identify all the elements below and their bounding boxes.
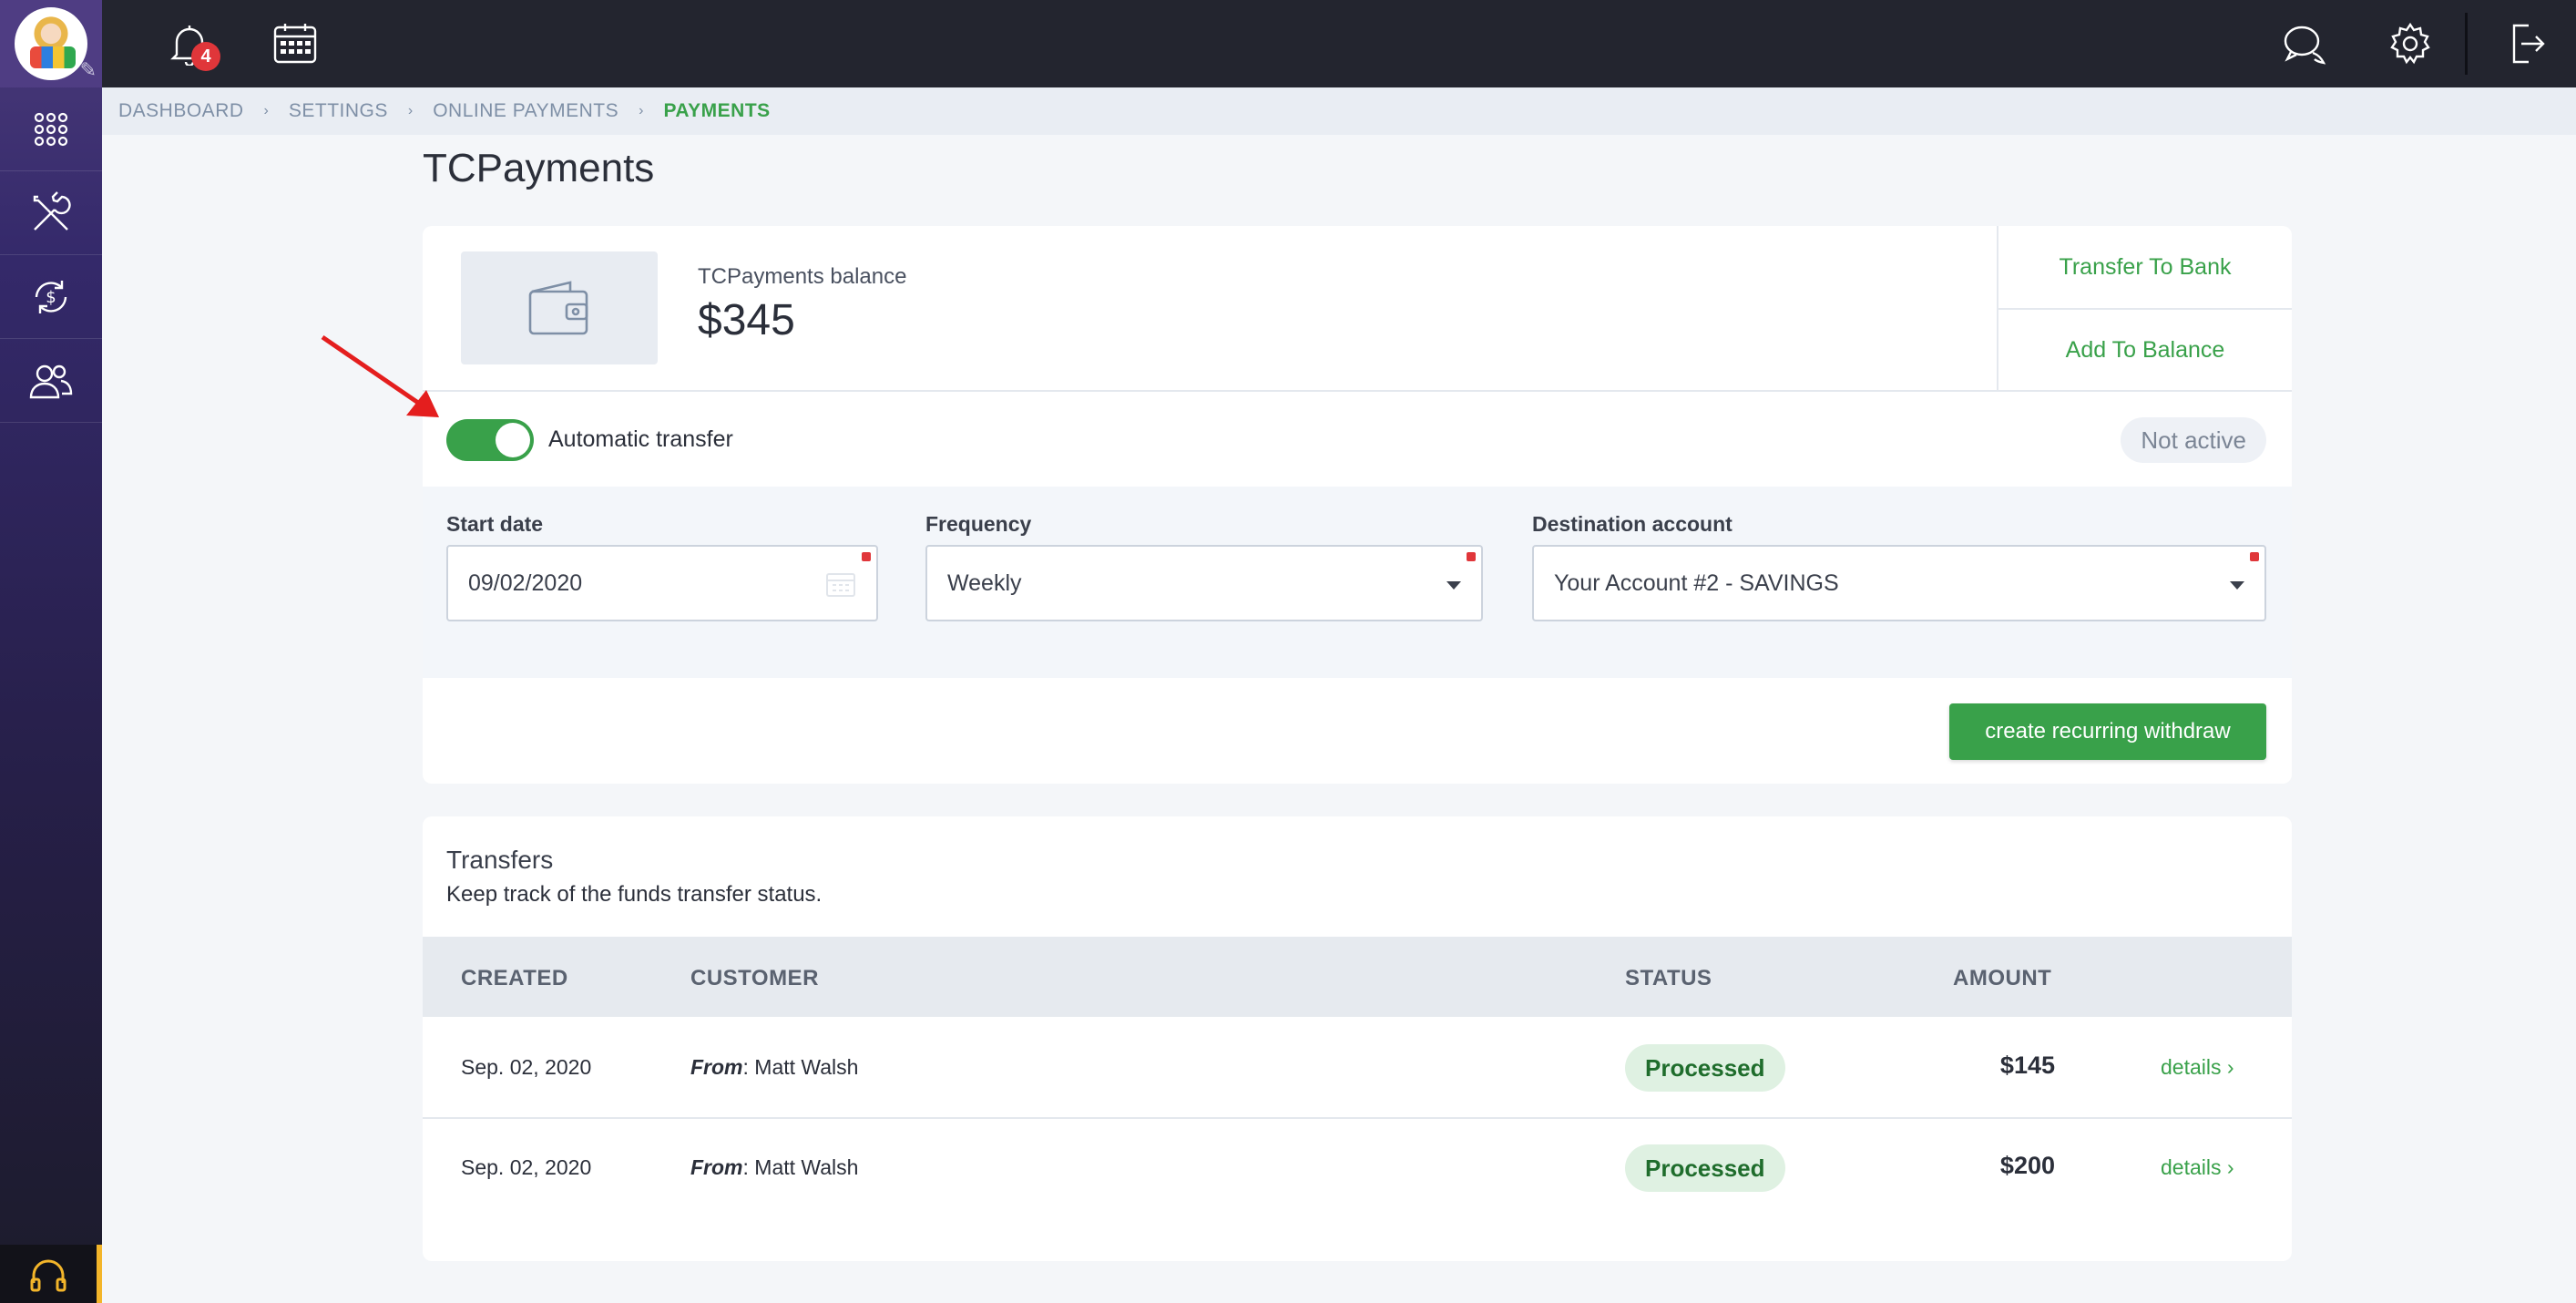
table-row: Sep. 02, 2020 From: Matt Walsh Processed…	[423, 1117, 2292, 1216]
transfers-subtitle: Keep track of the funds transfer status.	[446, 882, 823, 907]
sidebar: ✎ $	[0, 0, 102, 1303]
breadcrumb: DASHBOARD › SETTINGS › ONLINE PAYMENTS ›…	[102, 87, 2576, 135]
row-customer: From: Matt Walsh	[690, 1055, 858, 1080]
start-date-label: Start date	[446, 512, 544, 536]
automatic-transfer-label: Automatic transfer	[548, 426, 733, 452]
settings-button[interactable]	[2381, 15, 2439, 73]
destination-account-select[interactable]: Your Account #2 - SAVINGS	[1532, 545, 2266, 621]
frequency-select[interactable]: Weekly	[925, 545, 1483, 621]
transfer-to-bank-button[interactable]: Transfer To Bank	[1998, 226, 2292, 308]
balance-value: $345	[698, 296, 795, 344]
breadcrumb-settings[interactable]: SETTINGS	[289, 100, 388, 122]
notification-badge: 4	[191, 42, 220, 71]
support-button[interactable]	[0, 1245, 102, 1303]
row-created: Sep. 02, 2020	[461, 1055, 592, 1079]
customer-name: : Matt Walsh	[742, 1155, 859, 1179]
start-date-value: 09/02/2020	[468, 569, 583, 596]
apps-grid-icon	[34, 112, 68, 146]
chevron-right-icon: ›	[639, 103, 644, 118]
required-marker	[1467, 552, 1476, 561]
create-recurring-withdraw-button[interactable]: create recurring withdraw	[1949, 703, 2266, 760]
balance-actions: Transfer To Bank Add To Balance	[1997, 226, 2292, 390]
calendar-icon	[826, 573, 855, 597]
breadcrumb-online-payments[interactable]: ONLINE PAYMENTS	[433, 100, 618, 122]
column-created[interactable]: CREATED	[461, 966, 568, 991]
wallet-icon	[528, 281, 588, 335]
gear-icon	[2390, 22, 2430, 65]
avatar[interactable]	[15, 7, 87, 80]
details-link[interactable]: details ›	[2161, 1155, 2234, 1180]
details-link[interactable]: details ›	[2161, 1055, 2234, 1080]
arrow-icon	[321, 334, 439, 417]
divider	[423, 390, 2292, 392]
chat-icon	[2284, 26, 2326, 65]
dollar-cycle-icon: $	[35, 280, 67, 313]
chevron-down-icon	[1446, 581, 1461, 590]
column-customer[interactable]: CUSTOMER	[690, 966, 819, 991]
row-amount: $145	[1999, 1052, 2055, 1079]
chevron-right-icon: ›	[2226, 1055, 2234, 1079]
top-bar: 4	[102, 0, 2576, 87]
row-amount: $200	[1999, 1152, 2055, 1179]
chevron-right-icon: ›	[407, 103, 414, 118]
add-to-balance-button[interactable]: Add To Balance	[1998, 308, 2292, 390]
frequency-value: Weekly	[947, 569, 1022, 596]
page-title: TCPayments	[423, 146, 655, 190]
row-customer: From: Matt Walsh	[690, 1155, 858, 1180]
sidebar-item-payments[interactable]: $	[0, 255, 102, 339]
details-label: details	[2161, 1055, 2222, 1079]
from-label: From	[690, 1155, 743, 1179]
notifications-button[interactable]: 4	[160, 15, 220, 73]
chat-button[interactable]	[2275, 15, 2334, 73]
destination-account-label: Destination account	[1532, 512, 1733, 536]
pin-icon[interactable]: ✎	[80, 58, 97, 82]
breadcrumb-payments: PAYMENTS	[663, 100, 771, 121]
transfers-title: Transfers	[446, 846, 554, 874]
sidebar-item-tools[interactable]	[0, 171, 102, 255]
chevron-right-icon: ›	[2226, 1155, 2234, 1179]
calendar-icon	[273, 24, 317, 64]
calendar-button[interactable]	[266, 15, 324, 73]
svg-text:$: $	[46, 288, 56, 307]
column-status[interactable]: STATUS	[1625, 966, 1712, 991]
required-marker	[862, 552, 871, 561]
sidebar-item-apps[interactable]	[0, 87, 102, 171]
from-label: From	[690, 1055, 743, 1079]
chevron-down-icon	[2230, 581, 2244, 590]
recurring-form: Start date 09/02/2020 Frequency Weekly D…	[423, 487, 2292, 678]
wallet-image	[461, 251, 658, 364]
destination-account-value: Your Account #2 - SAVINGS	[1554, 569, 1839, 596]
logout-button[interactable]	[2498, 15, 2556, 73]
frequency-label: Frequency	[925, 512, 1032, 536]
logout-icon	[2512, 24, 2545, 64]
required-marker	[2250, 552, 2259, 561]
automatic-transfer-toggle[interactable]	[446, 419, 534, 461]
table-header: CREATED CUSTOMER STATUS AMOUNT	[423, 937, 2292, 1017]
avatar-area: ✎	[0, 0, 102, 87]
balance-label: TCPayments balance	[698, 264, 907, 289]
headset-icon	[30, 1259, 66, 1292]
row-created: Sep. 02, 2020	[461, 1155, 592, 1179]
sidebar-item-users[interactable]	[0, 339, 102, 423]
details-label: details	[2161, 1155, 2222, 1179]
tools-icon	[33, 190, 71, 231]
status-badge: Processed	[1625, 1144, 1785, 1192]
users-icon	[29, 364, 73, 398]
balance-card: TCPayments balance $345 Transfer To Bank…	[423, 226, 2292, 784]
breadcrumb-dashboard[interactable]: DASHBOARD	[118, 100, 244, 122]
column-amount[interactable]: AMOUNT	[1953, 966, 2051, 991]
status-badge: Processed	[1625, 1044, 1785, 1092]
transfers-card: Transfers Keep track of the funds transf…	[423, 816, 2292, 1261]
start-date-field[interactable]: 09/02/2020	[446, 545, 878, 621]
status-badge: Not active	[2121, 417, 2266, 463]
customer-name: : Matt Walsh	[742, 1055, 859, 1079]
chevron-right-icon: ›	[263, 103, 269, 118]
table-row: Sep. 02, 2020 From: Matt Walsh Processed…	[423, 1019, 2292, 1117]
topbar-divider	[2465, 13, 2468, 75]
